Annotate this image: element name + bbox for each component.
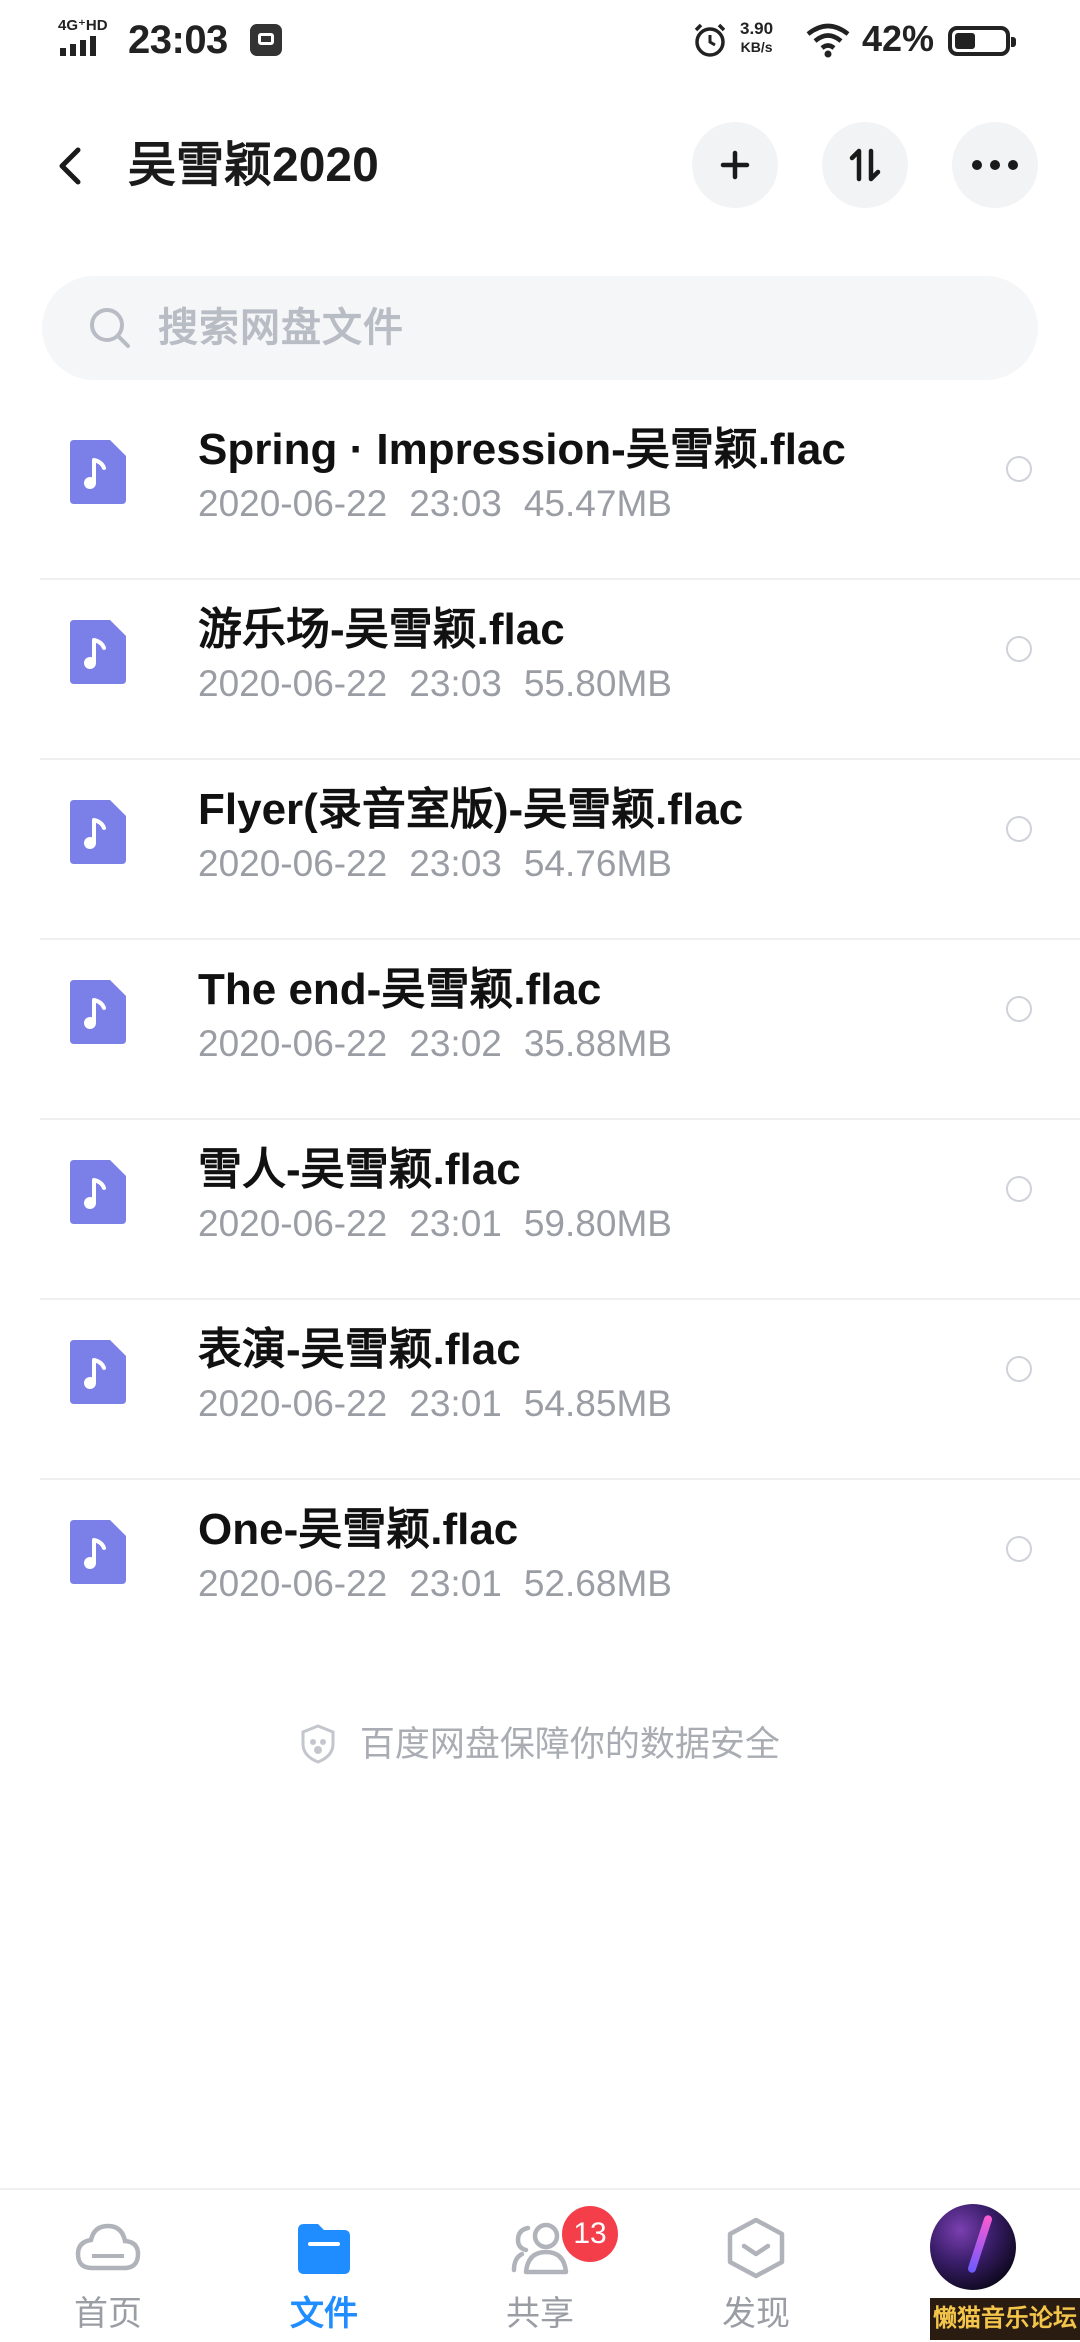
- nav-home-label: 首页: [74, 2295, 142, 2333]
- nav-home[interactable]: 首页: [0, 2190, 216, 2342]
- header: 吴雪颖2020: [0, 110, 1080, 230]
- select-checkbox[interactable]: [1006, 996, 1032, 1022]
- security-note: 百度网盘保障你的数据安全: [0, 1716, 1080, 1767]
- music-file-icon: [70, 980, 126, 1044]
- select-checkbox[interactable]: [1006, 1536, 1032, 1562]
- file-size: 52.68MB: [523, 1563, 672, 1604]
- file-list: Spring · Impression-吴雪颖.flac 2020-06-22 2…: [0, 400, 1080, 1658]
- file-name: Flyer(录音室版)-吴雪颖.flac: [198, 785, 744, 834]
- alarm-icon: [694, 23, 726, 57]
- file-date: 2020-06-22: [198, 1023, 388, 1064]
- file-meta: 2020-06-22 23:03 54.76MB: [198, 842, 672, 886]
- music-file-icon: [70, 620, 126, 684]
- folder-icon: [298, 2224, 350, 2274]
- file-meta: 2020-06-22 23:02 35.88MB: [198, 1022, 672, 1066]
- file-date: 2020-06-22: [198, 483, 388, 524]
- select-checkbox[interactable]: [1006, 636, 1032, 662]
- select-checkbox[interactable]: [1006, 816, 1032, 842]
- file-row[interactable]: Spring · Impression-吴雪颖.flac 2020-06-22 2…: [40, 400, 1080, 580]
- discover-icon: [727, 2217, 785, 2279]
- file-name: 表演-吴雪颖.flac: [198, 1325, 521, 1374]
- file-size: 54.76MB: [523, 843, 672, 884]
- search-icon: [90, 308, 130, 348]
- select-checkbox[interactable]: [1006, 1356, 1032, 1382]
- file-row[interactable]: One-吴雪颖.flac 2020-06-22 23:01 52.68MB: [40, 1480, 1080, 1658]
- music-file-icon: [70, 1160, 126, 1224]
- file-time: 23:01: [409, 1203, 502, 1244]
- music-file-icon: [70, 1520, 126, 1584]
- file-size: 54.85MB: [523, 1383, 672, 1424]
- wifi-icon: [806, 23, 850, 58]
- file-date: 2020-06-22: [198, 663, 388, 704]
- file-row[interactable]: 表演-吴雪颖.flac 2020-06-22 23:01 54.85MB: [40, 1300, 1080, 1480]
- nav-files[interactable]: 文件: [216, 2190, 432, 2342]
- network-speed: 3.90 KB/s: [740, 20, 773, 56]
- nav-discover-label: 发现: [722, 2295, 790, 2333]
- cloud-icon: [75, 2223, 141, 2271]
- sort-icon: [849, 148, 881, 182]
- file-meta: 2020-06-22 23:03 45.47MB: [198, 482, 672, 526]
- share-badge: 13: [562, 2206, 618, 2262]
- file-meta: 2020-06-22 23:03 55.80MB: [198, 662, 672, 706]
- file-date: 2020-06-22: [198, 843, 388, 884]
- status-time: 23:03: [128, 18, 228, 62]
- music-file-icon: [70, 800, 126, 864]
- shield-icon: [301, 1724, 335, 1764]
- file-name: Spring · Impression-吴雪颖.flac: [198, 425, 846, 474]
- file-size: 55.80MB: [523, 663, 672, 704]
- search-placeholder: 搜索网盘文件: [158, 306, 404, 350]
- page-title: 吴雪颖2020: [128, 139, 379, 192]
- file-row[interactable]: Flyer(录音室版)-吴雪颖.flac 2020-06-22 23:03 54.7…: [40, 760, 1080, 940]
- nav-discover[interactable]: 发现: [648, 2190, 864, 2342]
- forum-watermark: 懒猫音乐论坛: [930, 2298, 1080, 2340]
- nav-share[interactable]: 13 共享: [432, 2190, 648, 2342]
- sort-button[interactable]: [822, 122, 908, 208]
- file-size: 35.88MB: [523, 1023, 672, 1064]
- file-time: 23:03: [409, 843, 502, 884]
- plus-icon: [720, 150, 750, 180]
- battery-icon: [948, 26, 1016, 56]
- avatar[interactable]: [930, 2204, 1016, 2290]
- file-date: 2020-06-22: [198, 1383, 388, 1424]
- file-row[interactable]: 雪人-吴雪颖.flac 2020-06-22 23:01 59.80MB: [40, 1120, 1080, 1300]
- file-date: 2020-06-22: [198, 1203, 388, 1244]
- file-size: 59.80MB: [523, 1203, 672, 1244]
- back-button[interactable]: [48, 138, 92, 194]
- file-date: 2020-06-22: [198, 1563, 388, 1604]
- message-icon: [250, 24, 282, 56]
- file-name: One-吴雪颖.flac: [198, 1505, 519, 1554]
- more-button[interactable]: [952, 122, 1038, 208]
- nav-files-label: 文件: [290, 2295, 358, 2333]
- file-name: 游乐场-吴雪颖.flac: [198, 605, 565, 654]
- more-icon: [972, 160, 1018, 170]
- file-time: 23:01: [409, 1383, 502, 1424]
- security-note-text: 百度网盘保障你的数据安全: [359, 1725, 780, 1764]
- file-row[interactable]: 游乐场-吴雪颖.flac 2020-06-22 23:03 55.80MB: [40, 580, 1080, 760]
- file-time: 23:03: [409, 663, 502, 704]
- file-row[interactable]: The end-吴雪颖.flac 2020-06-22 23:02 35.88MB: [40, 940, 1080, 1120]
- file-meta: 2020-06-22 23:01 54.85MB: [198, 1382, 672, 1426]
- file-meta: 2020-06-22 23:01 52.68MB: [198, 1562, 672, 1606]
- search-input[interactable]: 搜索网盘文件: [42, 276, 1038, 380]
- network-type: 4G⁺HD: [58, 17, 108, 34]
- status-bar: 4G⁺HD 23:03 3.90 KB/s 42%: [0, 0, 1080, 90]
- file-time: 23:03: [409, 483, 502, 524]
- speed-value: 3.90: [740, 19, 774, 38]
- file-name: The end-吴雪颖.flac: [198, 965, 602, 1014]
- bottom-nav: 首页 文件 13 共享 发现: [0, 2188, 1080, 2342]
- file-name: 雪人-吴雪颖.flac: [198, 1145, 521, 1194]
- music-file-icon: [70, 440, 126, 504]
- file-time: 23:01: [409, 1563, 502, 1604]
- add-button[interactable]: [692, 122, 778, 208]
- select-checkbox[interactable]: [1006, 456, 1032, 482]
- nav-share-label: 共享: [506, 2295, 574, 2333]
- select-checkbox[interactable]: [1006, 1176, 1032, 1202]
- file-time: 23:02: [409, 1023, 502, 1064]
- speed-unit: KB/s: [740, 39, 773, 55]
- file-size: 45.47MB: [523, 483, 672, 524]
- music-file-icon: [70, 1340, 126, 1404]
- battery-percent: 42%: [862, 18, 935, 59]
- file-meta: 2020-06-22 23:01 59.80MB: [198, 1202, 672, 1246]
